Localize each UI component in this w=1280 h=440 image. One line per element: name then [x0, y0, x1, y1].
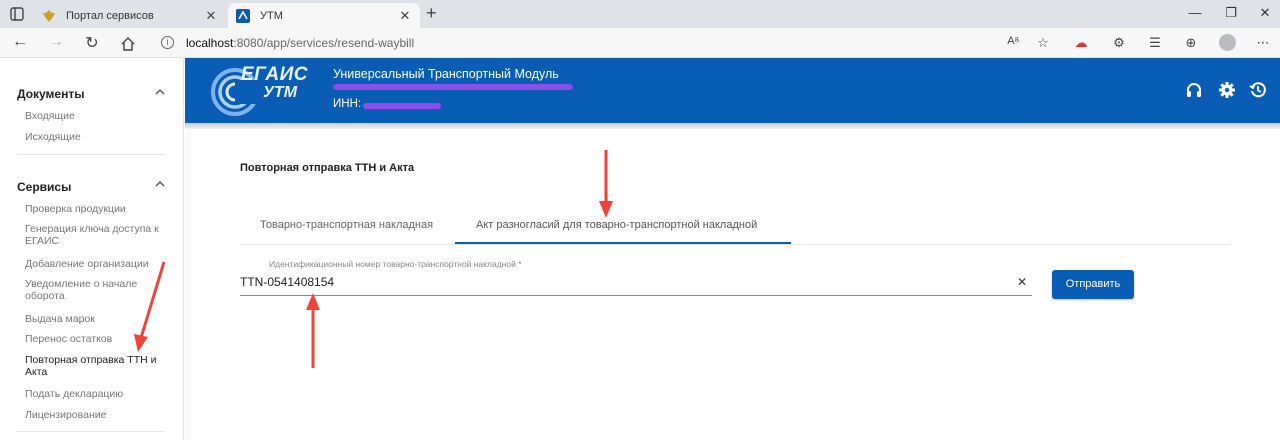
- sidebar-item-add-organization[interactable]: Добавление организации: [25, 258, 160, 270]
- collections-icon[interactable]: ⊕: [1182, 35, 1200, 51]
- tab-actions-icon[interactable]: [9, 6, 25, 22]
- sidebar-item-resend-waybill[interactable]: Повторная отправка ТТН и Акта: [25, 354, 160, 378]
- logo-egais-text: ЕГАИС: [241, 64, 308, 85]
- tab-title: УТМ: [260, 9, 283, 22]
- app-header: ЕГАИС УТМ Универсальный Транспортный Мод…: [185, 58, 1280, 123]
- active-tab-indicator: [455, 242, 791, 244]
- headset-icon[interactable]: [1185, 81, 1203, 99]
- browser-tab-bar: Портал сервисов ✕ УТМ ✕ + — ❐ ✕: [0, 0, 1280, 28]
- tab-portal[interactable]: Портал сервисов ✕: [34, 3, 226, 28]
- clear-input-icon[interactable]: ✕: [1017, 275, 1027, 289]
- sidebar-item-outgoing[interactable]: Исходящие: [25, 131, 160, 143]
- sidebar-heading-services[interactable]: Сервисы: [17, 180, 71, 194]
- site-info-icon[interactable]: i: [161, 36, 174, 49]
- redacted-org-name: [333, 84, 573, 90]
- utm-favicon-icon: [236, 8, 250, 23]
- sidebar: Документы Входящие Исходящие Сервисы Про…: [0, 58, 184, 440]
- url-path: :8080/app/services/resend-waybill: [233, 36, 415, 50]
- sidebar-item-stock-transfer[interactable]: Перенос остатков: [25, 333, 160, 345]
- browser-toolbar: ← → ↻ i localhost:8080/app/services/rese…: [0, 28, 1280, 58]
- waybill-id-label: Идентификационный номер товарно-транспор…: [269, 259, 522, 269]
- read-aloud-icon[interactable]: Aᵃ: [1004, 35, 1022, 47]
- cloud-icon[interactable]: ☁: [1072, 35, 1090, 51]
- sidebar-item-key-generation[interactable]: Генерация ключа доступа к ЕГАИС: [25, 223, 160, 247]
- tab-discrepancy-act[interactable]: Акт разногласий для товарно-транспортной…: [476, 219, 757, 231]
- tab-waybill[interactable]: Товарно-транспортная накладная: [260, 219, 433, 231]
- url-host: localhost: [186, 36, 234, 50]
- sidebar-item-licensing[interactable]: Лицензирование: [25, 409, 160, 421]
- inn-label: ИНН:: [333, 98, 362, 110]
- tabs-divider: [240, 244, 1230, 245]
- content-card: Повторная отправка ТТН и Акта Товарно-тр…: [192, 129, 1280, 440]
- submit-button[interactable]: Отправить: [1052, 270, 1134, 299]
- page-title: Повторная отправка ТТН и Акта: [240, 162, 415, 174]
- chevron-up-icon[interactable]: [154, 178, 166, 190]
- address-bar[interactable]: localhost:8080/app/services/resend-waybi…: [186, 36, 414, 50]
- minimize-icon[interactable]: —: [1187, 5, 1203, 20]
- favorite-add-icon[interactable]: ☆: [1034, 35, 1052, 51]
- back-icon[interactable]: ←: [10, 33, 30, 51]
- close-tab-icon[interactable]: ✕: [204, 8, 218, 24]
- main-area: Повторная отправка ТТН и Акта Товарно-тр…: [185, 129, 1280, 440]
- chevron-up-icon[interactable]: [154, 86, 166, 98]
- sidebar-item-product-check[interactable]: Проверка продукции: [25, 203, 160, 215]
- sidebar-item-stamps[interactable]: Выдача марок: [25, 313, 160, 325]
- input-underline: [240, 295, 1032, 296]
- history-icon[interactable]: [1249, 81, 1267, 99]
- reload-icon[interactable]: ↻: [82, 33, 102, 53]
- sidebar-heading-documents[interactable]: Документы: [17, 87, 84, 101]
- forward-icon[interactable]: →: [46, 33, 66, 51]
- sidebar-item-declaration[interactable]: Подать декларацию: [25, 388, 160, 400]
- logo-utm-text: УТМ: [263, 84, 298, 101]
- home-icon[interactable]: [118, 36, 138, 52]
- gear-icon[interactable]: [1218, 81, 1236, 99]
- sidebar-item-circulation-notice[interactable]: Уведомление о начале оборота: [25, 278, 160, 302]
- favorites-icon[interactable]: ☰: [1146, 35, 1164, 51]
- sidebar-divider: [17, 431, 165, 432]
- extensions-icon[interactable]: ⚙: [1110, 35, 1128, 51]
- waybill-id-input[interactable]: TTN-0541408154: [240, 275, 334, 289]
- close-window-icon[interactable]: ✕: [1257, 5, 1273, 21]
- sidebar-divider: [17, 154, 165, 155]
- tab-title: Портал сервисов: [66, 9, 154, 22]
- eagle-favicon-icon: [43, 9, 55, 22]
- restore-icon[interactable]: ❐: [1223, 5, 1239, 21]
- sidebar-item-incoming[interactable]: Входящие: [25, 110, 160, 122]
- tab-utm[interactable]: УТМ ✕: [228, 3, 420, 28]
- profile-avatar[interactable]: [1219, 34, 1236, 51]
- app-title: Универсальный Транспортный Модуль: [333, 67, 559, 81]
- more-menu-icon[interactable]: ⋯: [1254, 35, 1272, 51]
- redacted-inn: [363, 103, 441, 109]
- close-tab-icon[interactable]: ✕: [398, 8, 412, 24]
- new-tab-icon[interactable]: +: [426, 3, 437, 24]
